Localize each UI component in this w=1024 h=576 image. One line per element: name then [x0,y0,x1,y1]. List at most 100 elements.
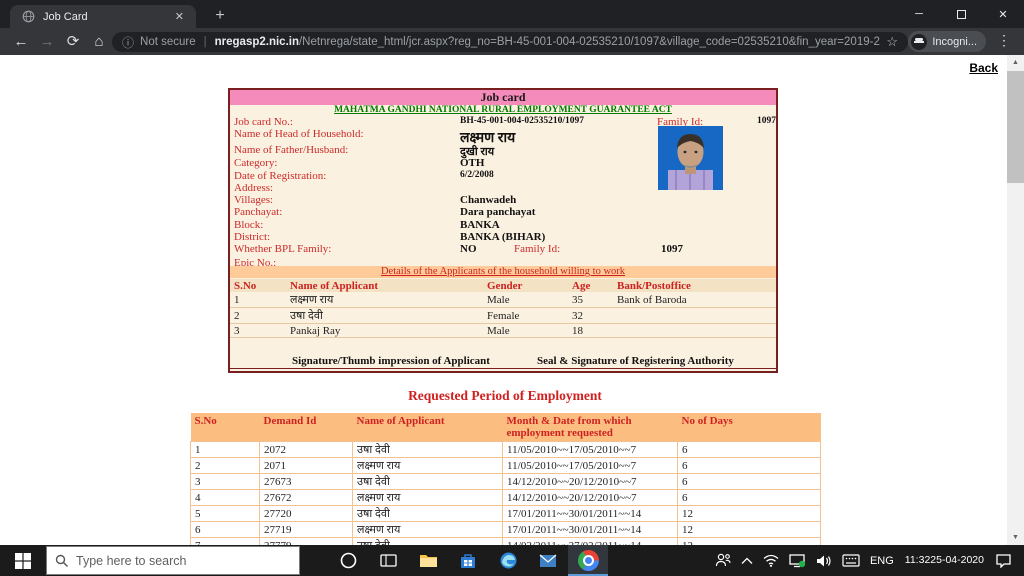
table-row: 427672लक्ष्मण राय14/12/2010~~20/12/2010~… [191,490,821,506]
field-value: Chanwadeh [460,194,516,206]
action-center-button[interactable] [990,545,1024,576]
nrega-act-link[interactable]: MAHATMA GANDHI NATIONAL RURAL EMPLOYMENT… [334,105,672,115]
table-cell: उषा देवी [286,308,483,324]
search-icon [55,554,69,568]
table-cell: 6 [678,458,821,474]
tab-close-icon[interactable]: ✕ [171,10,188,23]
field-label: Panchayat: [234,206,282,218]
signature-row: Signature/Thumb impression of Applicant … [230,355,776,369]
table-row: 627719लक्ष्मण राय17/01/2011~~30/01/2011~… [191,522,821,538]
file-explorer-icon [419,553,438,569]
field-label: Job card No.: [234,116,293,128]
tab-bar: Job Card ✕ + ─ ✕ [0,0,1024,28]
table-cell: 4 [191,490,260,506]
table-cell: 27719 [260,522,353,538]
table-cell: Male [483,292,568,308]
volume-button[interactable] [811,545,837,576]
incognito-badge[interactable]: Incogni... [908,31,986,52]
close-button[interactable]: ✕ [982,0,1024,28]
table-cell: उषा देवी [353,506,503,522]
applicants-header-row: S.NoName of ApplicantGenderAgeBank/Posto… [230,279,776,292]
table-cell: 1 [191,442,260,458]
card-field-row: Villages: Chanwadeh [230,194,776,206]
edge-button[interactable] [488,545,528,576]
table-row: 12072उषा देवी11/05/2010~~17/05/2010~~76 [191,442,821,458]
table-cell: 3 [230,324,286,338]
network-status-button[interactable] [784,545,811,576]
table-row: 3Pankaj RayMale18 [230,324,776,338]
table-cell: लक्ष्मण राय [286,292,483,308]
field-label: Villages: [234,194,273,206]
card-field-row: Block:BANKA [230,219,776,231]
minimize-button[interactable]: ─ [898,0,940,28]
column-header: Bank/Postoffice [613,279,776,292]
incognito-label: Incogni... [932,36,977,48]
menu-kebab-icon[interactable]: ⋮ [994,32,1014,49]
column-header: S.No [230,279,286,292]
family-id-label: Family Id: [514,243,560,255]
back-link[interactable]: Back [969,61,998,75]
tab-job-card[interactable]: Job Card ✕ [10,5,196,28]
signature-right-label: Seal & Signature of Registering Authorit… [537,355,734,367]
browser-window: Job Card ✕ + ─ ✕ ← → ⟳ ⌂ ⓘ Not secure | … [0,0,1024,576]
forward-nav-icon[interactable]: → [36,31,58,53]
column-header: Month & Date from which employment reque… [503,413,678,442]
table-row: 1लक्ष्मण रायMale35Bank of Baroda [230,292,776,308]
table-cell: उषा देवी [353,442,503,458]
restore-button[interactable] [940,0,982,28]
clock-time: 11:32 [905,554,931,567]
table-cell: 32 [568,308,613,324]
new-tab-button[interactable]: + [208,4,232,28]
table-cell: 11/05/2010~~17/05/2010~~7 [503,442,678,458]
back-nav-icon[interactable]: ← [10,31,32,53]
table-row: 327673उषा देवी14/12/2010~~20/12/2010~~76 [191,474,821,490]
address-bar[interactable]: ⓘ Not secure | nregasp2.nic.in /Netnrega… [112,32,908,52]
column-header: Name of Applicant [286,279,483,292]
table-row: 727779उषा देवी14/02/2011~~27/02/2011~~14… [191,538,821,546]
scroll-down-icon[interactable]: ▼ [1007,530,1024,545]
mail-button[interactable] [528,545,568,576]
wifi-button[interactable] [758,545,784,576]
table-cell: 35 [568,292,613,308]
edge-icon [499,551,518,570]
home-icon[interactable]: ⌂ [88,31,110,53]
table-cell: Bank of Baroda [613,292,776,308]
file-explorer-button[interactable] [408,545,448,576]
tray-expand-button[interactable] [736,545,758,576]
column-header: No of Days [678,413,821,442]
column-header: Age [568,279,613,292]
table-cell: 6 [678,474,821,490]
applicants-table: S.NoName of ApplicantGenderAgeBank/Posto… [230,279,776,338]
card-field-row: Panchayat:Dara panchayat [230,206,776,218]
scroll-up-icon[interactable]: ▲ [1007,55,1024,70]
info-icon[interactable]: ⓘ [122,34,134,51]
job-card: Job card MAHATMA GANDHI NATIONAL RURAL E… [228,88,778,373]
bookmark-star-icon[interactable]: ☆ [886,34,898,50]
start-button[interactable] [0,545,46,576]
card-field-row: Whether BPL Family:NOFamily Id:1097 [230,243,776,257]
taskbar-search[interactable] [46,546,300,575]
incognito-icon [911,34,927,50]
touch-keyboard-button[interactable] [837,545,865,576]
table-cell: 14/12/2010~~20/12/2010~~7 [503,474,678,490]
chrome-button[interactable] [568,545,608,576]
task-view-button[interactable] [368,545,408,576]
employment-header-row: S.NoDemand IdName of ApplicantMonth & Da… [191,413,821,442]
taskbar-clock[interactable]: 11:32 25-04-2020 [899,545,990,576]
table-row: 2उषा देवीFemale32 [230,308,776,324]
table-cell: लक्ष्मण राय [353,458,503,474]
applicants-band-title: Details of the Applicants of the househo… [381,266,625,277]
field-label: Block: [234,219,263,231]
search-input[interactable] [76,554,276,568]
language-indicator[interactable]: ENG [865,545,899,576]
field-value: OTH [460,157,484,169]
reload-icon[interactable]: ⟳ [62,31,84,53]
people-icon [715,553,731,568]
scrollbar-thumb[interactable] [1007,71,1024,183]
cortana-button[interactable] [328,545,368,576]
vertical-scrollbar[interactable]: ▲ ▼ [1007,55,1024,545]
people-button[interactable] [710,545,736,576]
table-cell: 14/02/2011~~27/02/2011~~14 [503,538,678,546]
table-cell: 2 [191,458,260,474]
store-button[interactable] [448,545,488,576]
